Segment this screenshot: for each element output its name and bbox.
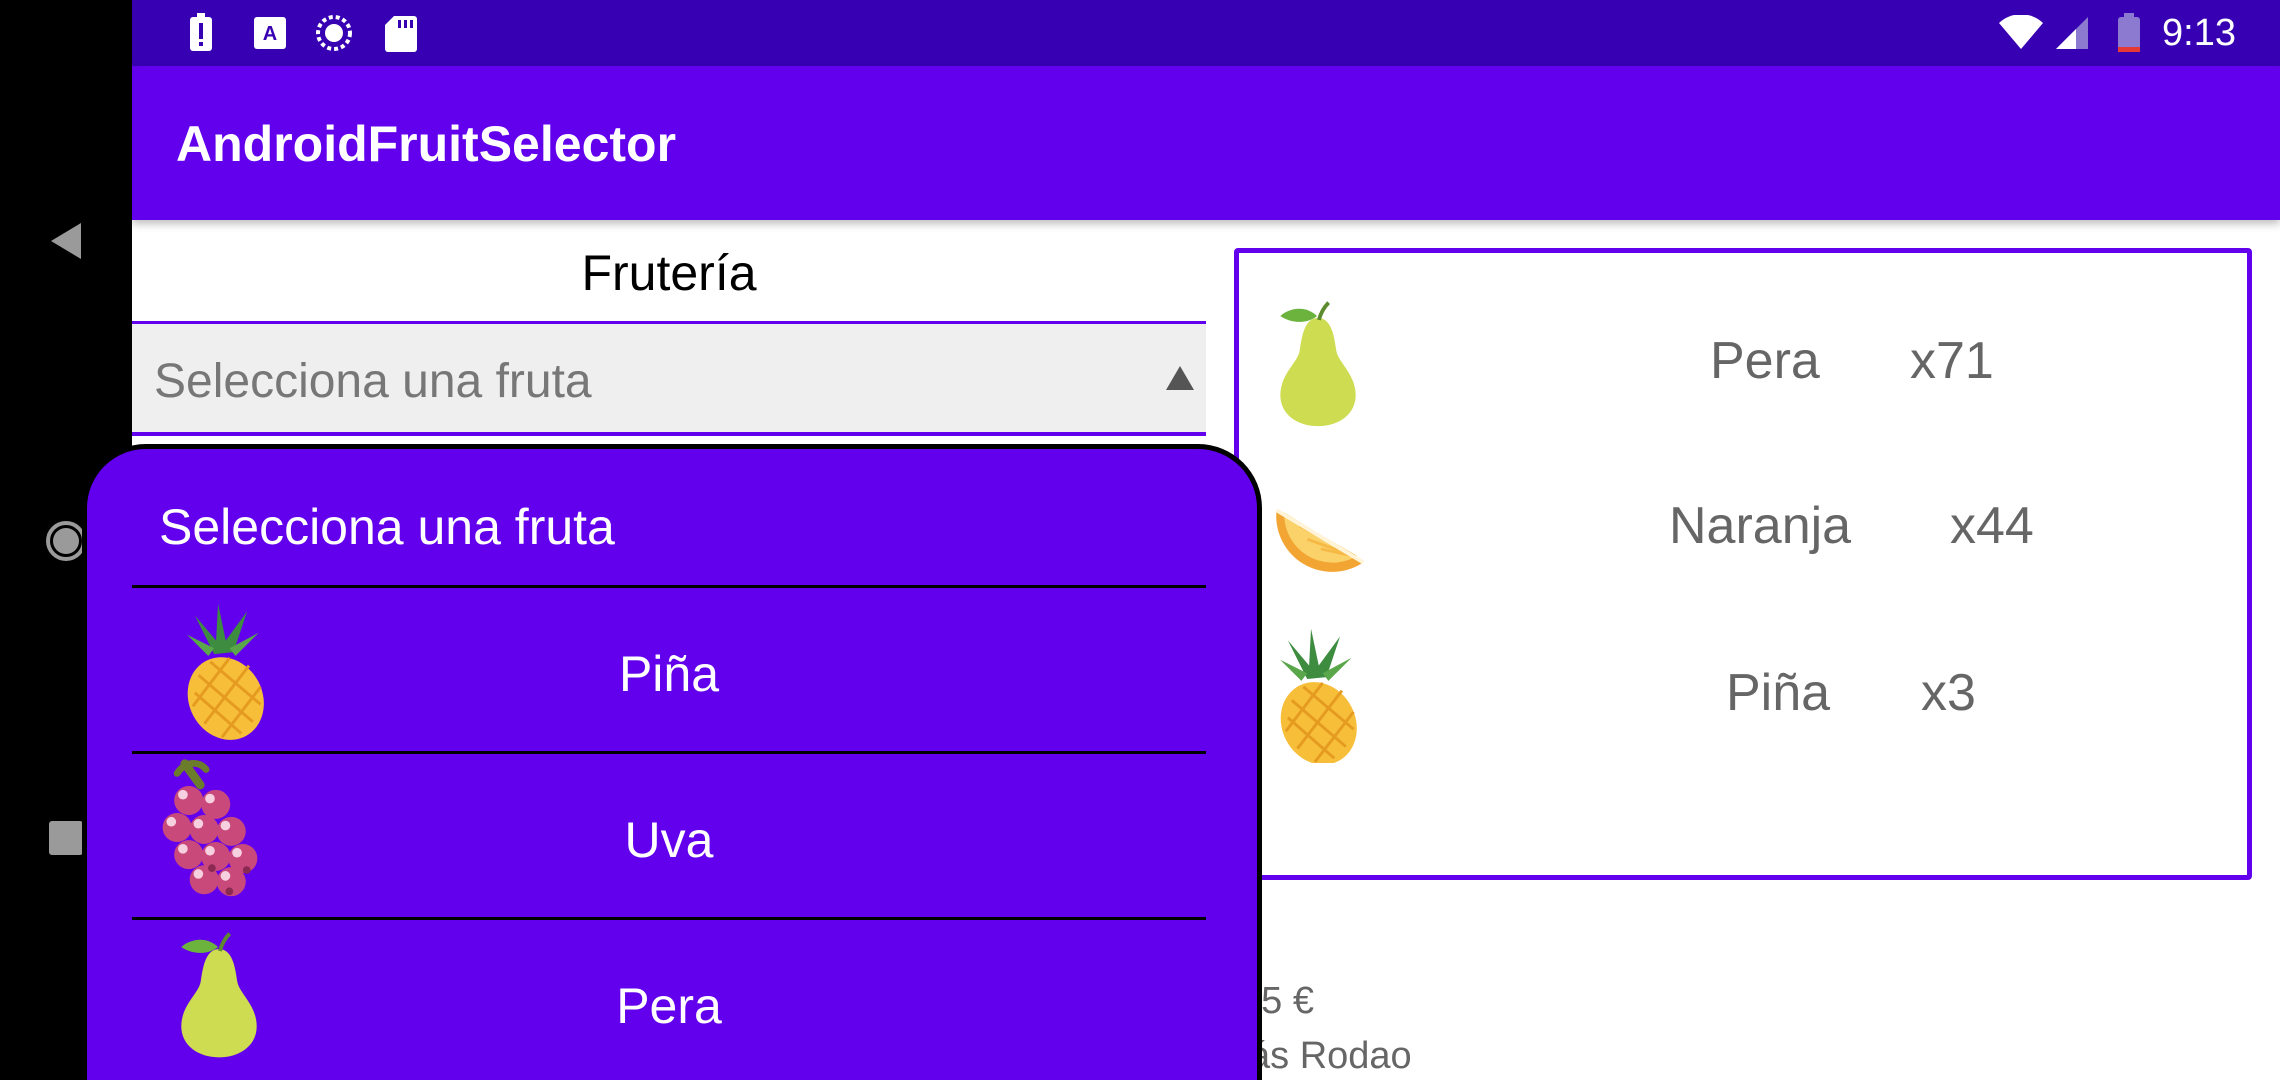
cart-item-name: Piña (1726, 664, 1831, 722)
recents-icon (49, 821, 83, 855)
app-title: AndroidFruitSelector (176, 116, 677, 172)
battery-icon (2116, 13, 2142, 53)
keyboard-a-icon: A (252, 13, 288, 53)
cart-item-name: Pera (1710, 332, 1820, 390)
spinner-selected-text: Selecciona una fruta (154, 355, 592, 408)
dropdown-option-pera[interactable]: Pera (87, 920, 1257, 1080)
dropdown-header[interactable]: Selecciona una fruta (159, 497, 615, 557)
dropdown-option-label: Pera (616, 978, 722, 1034)
cart-item-qty: x71 (1910, 332, 1994, 390)
dropdown-option-label: Uva (624, 812, 714, 868)
back-icon (51, 223, 81, 259)
wifi-icon (1998, 13, 2044, 53)
cart-item-qty: x44 (1950, 497, 2034, 555)
cart-item-qty: x3 (1921, 664, 1976, 722)
pineapple-icon (1264, 627, 1367, 763)
home-icon (46, 521, 86, 561)
alert-icon (188, 13, 214, 53)
orange-icon (1274, 508, 1366, 574)
dropdown-option-pina[interactable]: Piña (87, 588, 1257, 751)
dropdown-option-label: Piña (618, 646, 720, 702)
signal-icon (2054, 13, 2090, 53)
sync-icon (314, 13, 354, 53)
status-bar: A 9:13 (132, 0, 2280, 66)
back-button[interactable] (40, 215, 92, 267)
fruit-spinner[interactable]: Selecciona una fruta (132, 324, 1206, 436)
fruit-dropdown-menu: Selecciona una fruta Piña Uva Pera (82, 444, 1262, 1080)
cart-item: Naranja x44 (1239, 456, 2247, 596)
app-bar: AndroidFruitSelector (132, 66, 2280, 220)
pear-icon (1278, 300, 1358, 429)
dropdown-option-uva[interactable]: Uva (87, 754, 1257, 917)
cart-item: Piña x3 (1239, 623, 2247, 763)
clock: 9:13 (2162, 12, 2236, 54)
cart-item-name: Naranja (1669, 497, 1852, 555)
dropdown-arrow-icon (1166, 366, 1194, 390)
store-title: Frutería (581, 245, 757, 301)
cart-panel: Pera x71 Naranja x44 Piña x3 (1234, 248, 2252, 880)
svg-text:A: A (263, 23, 277, 45)
cart-item: Pera x71 (1239, 291, 2247, 431)
sd-card-icon (384, 13, 418, 53)
